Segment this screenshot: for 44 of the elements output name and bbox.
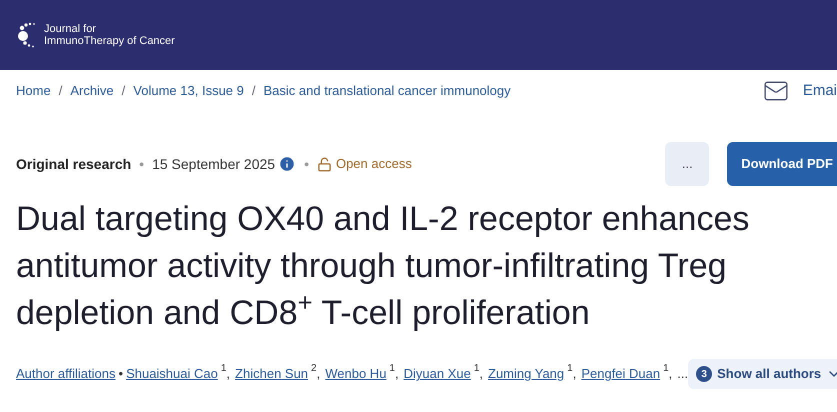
comma: , (572, 365, 576, 384)
email-link[interactable]: Emai (802, 80, 837, 102)
author-link[interactable]: Shuaishuai Cao (126, 364, 218, 384)
logo-text: Journal for (44, 23, 97, 35)
ellipsis: ... (677, 365, 688, 384)
info-icon[interactable] (278, 155, 296, 173)
download-pdf-button[interactable]: Download PDF (727, 142, 837, 186)
affiliation-number: 2 (311, 363, 317, 375)
author-link[interactable]: Wenbo Hu (325, 364, 386, 384)
affiliation-number: 1 (474, 363, 480, 375)
comma: , (394, 365, 399, 384)
breadcrumb-separator: / (252, 82, 256, 100)
author-count-badge: 3 (696, 366, 712, 382)
open-lock-icon (316, 156, 332, 172)
show-all-label: Show all authors (717, 365, 822, 384)
logo-text: ImmunoTherapy of Cancer (44, 35, 175, 47)
separator-dot: • (139, 154, 144, 174)
article-title: Dual targeting OX40 and IL-2 receptor enhances antitumor activity through tumor-infiltrating Treg depletion and CD8$^{+}$ T-cell proliferation (15, 199, 750, 334)
author-link[interactable]: Zhichen Sun (235, 364, 308, 384)
affiliation-number: 1 (220, 363, 226, 375)
affiliation-number: 1 (567, 363, 573, 375)
breadcrumb-link[interactable]: Basic and translational cancer immunology (264, 81, 511, 101)
more-button[interactable]: ... (665, 142, 710, 186)
breadcrumb-link[interactable]: Archive (70, 81, 114, 101)
author-affiliations-link[interactable]: Author affiliations (16, 364, 116, 384)
separator-dot: • (304, 154, 309, 174)
separator-dot: • (118, 365, 124, 384)
author-link[interactable]: Diyuan Xue (404, 364, 471, 384)
publish-date: 15 September 2025 (152, 154, 276, 174)
affiliation-number: 1 (389, 363, 395, 375)
comma: , (226, 365, 230, 384)
breadcrumb-separator: / (122, 82, 126, 100)
author-link[interactable]: Pengfei Duan (581, 364, 660, 384)
article-type: Original research (16, 154, 132, 174)
comma: , (668, 365, 672, 384)
comma: , (316, 365, 320, 384)
breadcrumb-separator: / (58, 82, 62, 100)
affiliation-number: 1 (663, 363, 669, 375)
open-access-label: Open access (336, 155, 412, 174)
show-all-authors-button[interactable]: 3 Show all authors (688, 359, 837, 389)
breadcrumb-link[interactable]: Home (16, 81, 51, 101)
author-link[interactable]: Zuming Yang (488, 364, 564, 384)
breadcrumb-link[interactable]: Volume 13, Issue 9 (133, 81, 244, 101)
comma: , (479, 365, 484, 384)
